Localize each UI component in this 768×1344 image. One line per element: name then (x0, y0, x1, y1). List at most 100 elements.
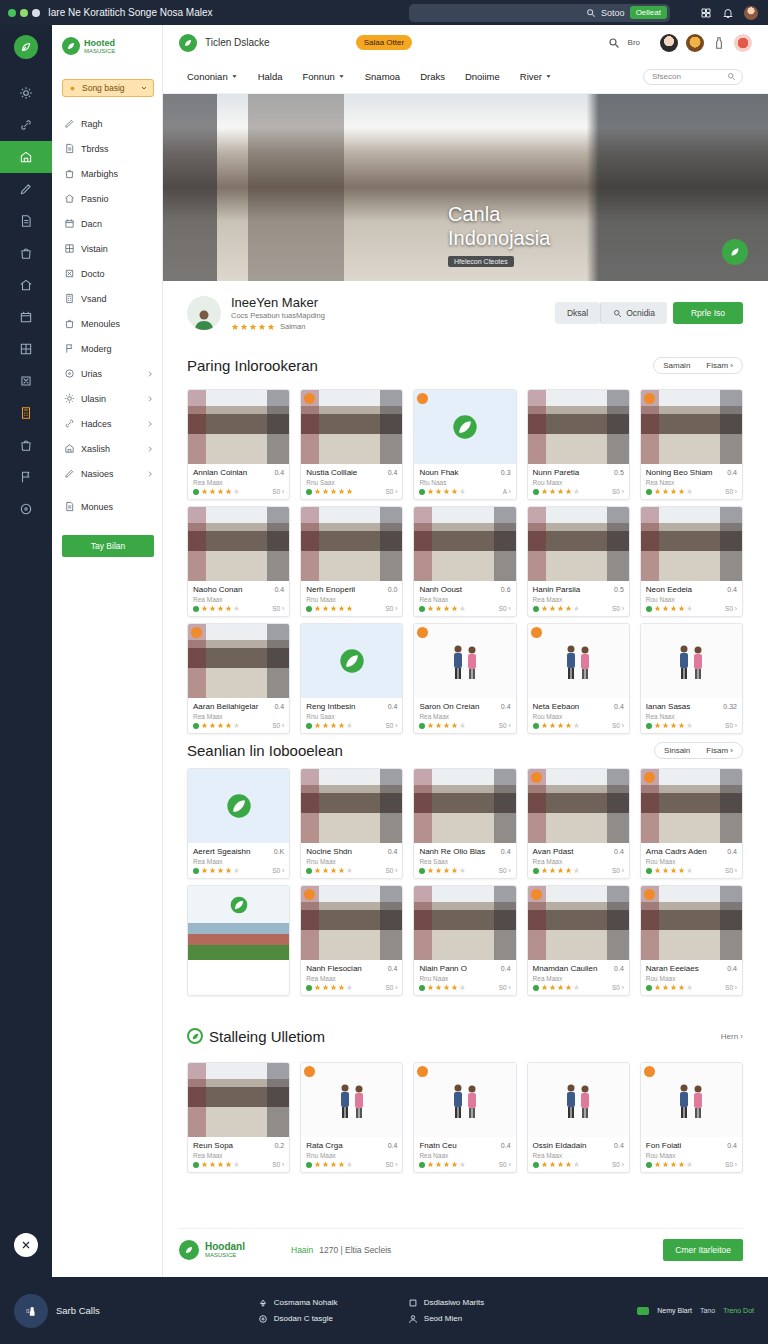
card-link[interactable]: S0 › (725, 867, 737, 874)
hero-tag[interactable]: Hfelecon Cteotes (448, 256, 514, 267)
app-logo-icon[interactable] (14, 35, 38, 59)
sidebar-item[interactable]: Pasnio (62, 186, 154, 211)
sidebar-item[interactable]: Urias (62, 361, 154, 386)
card-link[interactable]: S0 › (499, 722, 511, 729)
product-card[interactable]: Aerert Sgeaishn0.KRea MaaxS0 › (187, 768, 290, 879)
user-avatar-icon[interactable] (660, 34, 678, 52)
card-link[interactable]: S0 › (272, 488, 284, 495)
search-field[interactable]: SotooOelleat (409, 4, 670, 22)
bottom-link[interactable]: Dsdlasiwo Marits (408, 1298, 538, 1308)
product-card[interactable] (187, 885, 290, 996)
close-button[interactable] (14, 1233, 38, 1257)
product-card[interactable]: Nerh Enoperil0.0Rnu MaaxS0 › (300, 506, 403, 617)
rail-item[interactable] (0, 109, 52, 141)
nav-item[interactable]: Snamoa (365, 71, 400, 82)
product-card[interactable]: Ianan Sasas0.32Rea NaaxS0 › (640, 623, 743, 734)
card-link[interactable]: S0 › (612, 605, 624, 612)
bottom-extra[interactable]: Tano (700, 1307, 715, 1314)
rail-item[interactable] (0, 269, 52, 301)
bottom-extra[interactable]: Treno Dot (723, 1307, 754, 1314)
card-link[interactable]: S0 › (612, 984, 624, 991)
sidebar-item[interactable]: Ulasin (62, 386, 154, 411)
card-link[interactable]: S0 › (499, 867, 511, 874)
rail-item[interactable] (0, 237, 52, 269)
product-card[interactable]: Noun Fhak0.3Rtu NaasA › (413, 389, 516, 500)
search-button[interactable]: Oelleat (630, 6, 667, 19)
product-card[interactable]: Ossin Eldadain0.4Rea MaaxS0 › (527, 1062, 630, 1173)
product-card[interactable]: Fnatn Ceu0.4Rea NaaxS0 › (413, 1062, 516, 1173)
product-card[interactable]: Fon Foiati0.4Rou MaaxS0 › (640, 1062, 743, 1173)
product-card[interactable]: Reun Sopa0.2Rea MaaxS0 › (187, 1062, 290, 1173)
sidebar-item[interactable]: Dacn (62, 211, 154, 236)
store-logo-icon[interactable] (179, 34, 197, 52)
rail-item[interactable] (0, 141, 52, 173)
product-card[interactable]: Neon Eedeia0.4Rou NaaxS0 › (640, 506, 743, 617)
section-more-button[interactable]: Hern › (721, 1032, 743, 1041)
card-link[interactable]: S0 › (612, 1161, 624, 1168)
bottom-badge[interactable]: Nemy Blart (657, 1307, 692, 1314)
product-card[interactable]: Mnamdan Caulien0.4Rea MaaxS0 › (527, 885, 630, 996)
profile-button[interactable]: Ocnidia (600, 302, 667, 324)
bottom-link[interactable]: Seod Mien (408, 1314, 538, 1324)
product-card[interactable]: Noclne Shdn0.4Rnu MaaxS0 › (300, 768, 403, 879)
product-card[interactable]: Nanh Re Olio Bias0.4Rea SaaxS0 › (413, 768, 516, 879)
nav-item[interactable]: Cononian (187, 71, 238, 82)
card-link[interactable]: S0 › (725, 1161, 737, 1168)
product-card[interactable]: Nanh Flesocian0.4Rea MaaxS0 › (300, 885, 403, 996)
section-more-button[interactable]: SinsainFisam › (654, 742, 743, 759)
rail-item[interactable] (0, 77, 52, 109)
window-control-icon[interactable] (8, 9, 16, 17)
nav-item[interactable]: Halda (258, 71, 283, 82)
card-link[interactable]: S0 › (725, 488, 737, 495)
card-link[interactable]: S0 › (499, 984, 511, 991)
sidebar-item[interactable]: Tbrdss (62, 136, 154, 161)
mascot-avatar-icon[interactable] (686, 34, 704, 52)
profile-avatar-icon[interactable] (734, 34, 752, 52)
bell-icon[interactable] (722, 7, 734, 19)
sidebar-item[interactable]: Vistain (62, 236, 154, 261)
product-card[interactable]: Saron On Creian0.4Rea MaaxS0 › (413, 623, 516, 734)
card-link[interactable]: S0 › (612, 722, 624, 729)
nav-search-field[interactable]: Sfsecon (643, 69, 743, 85)
card-link[interactable]: S0 › (385, 605, 397, 612)
product-card[interactable]: Naran Eeeiaes0.4Rou MaaxS0 › (640, 885, 743, 996)
sidebar-item[interactable]: Hadces (62, 411, 154, 436)
seller-avatar-icon[interactable] (187, 296, 221, 330)
product-card[interactable]: Nanh Ooust0.6Rea NaaxS0 › (413, 506, 516, 617)
footer-button[interactable]: Cmer Itarleitoe (663, 1239, 743, 1261)
product-card[interactable]: Rata Crga0.4Rnu MaaxS0 › (300, 1062, 403, 1173)
card-link[interactable]: S0 › (385, 984, 397, 991)
bottom-link[interactable]: Dsodan C tasgle (258, 1314, 408, 1324)
rail-item[interactable] (0, 173, 52, 205)
grid-icon[interactable] (700, 7, 712, 19)
card-link[interactable]: S0 › (272, 605, 284, 612)
card-link[interactable]: S0 › (725, 984, 737, 991)
card-link[interactable]: S0 › (385, 1161, 397, 1168)
rail-item[interactable] (0, 333, 52, 365)
nav-item[interactable]: River (520, 71, 552, 82)
product-card[interactable]: Noning Beo Shiam0.4Rea NasxS0 › (640, 389, 743, 500)
card-link[interactable]: S0 › (385, 722, 397, 729)
sidebar-item[interactable]: Vsand (62, 286, 154, 311)
user-avatar-icon[interactable] (744, 6, 758, 20)
card-link[interactable]: S0 › (499, 1161, 511, 1168)
window-control-icon[interactable] (20, 9, 28, 17)
product-card[interactable]: Nlain Pann O0.4Rnu NaaxS0 › (413, 885, 516, 996)
card-link[interactable]: S0 › (725, 605, 737, 612)
rail-item[interactable] (0, 429, 52, 461)
rail-item[interactable] (0, 365, 52, 397)
profile-button[interactable]: Dksal (555, 302, 600, 324)
card-link[interactable]: S0 › (272, 867, 284, 874)
card-link[interactable]: S0 › (725, 722, 737, 729)
search-icon[interactable] (608, 37, 620, 49)
rail-item[interactable] (0, 301, 52, 333)
card-link[interactable]: S0 › (272, 1161, 284, 1168)
rail-item[interactable] (0, 397, 52, 429)
sidebar-item[interactable]: Ragh (62, 111, 154, 136)
product-card[interactable]: Reng Intbesin0.4Rnu SaaxS0 › (300, 623, 403, 734)
product-card[interactable]: Naoho Conan0.4Rea MaaxS0 › (187, 506, 290, 617)
card-link[interactable]: S0 › (499, 605, 511, 612)
product-card[interactable]: Hanin Parsiia0.5Rea MaaxS0 › (527, 506, 630, 617)
menu-button[interactable]: Song basig (62, 79, 154, 97)
sidebar-item[interactable]: Xaslish (62, 436, 154, 461)
